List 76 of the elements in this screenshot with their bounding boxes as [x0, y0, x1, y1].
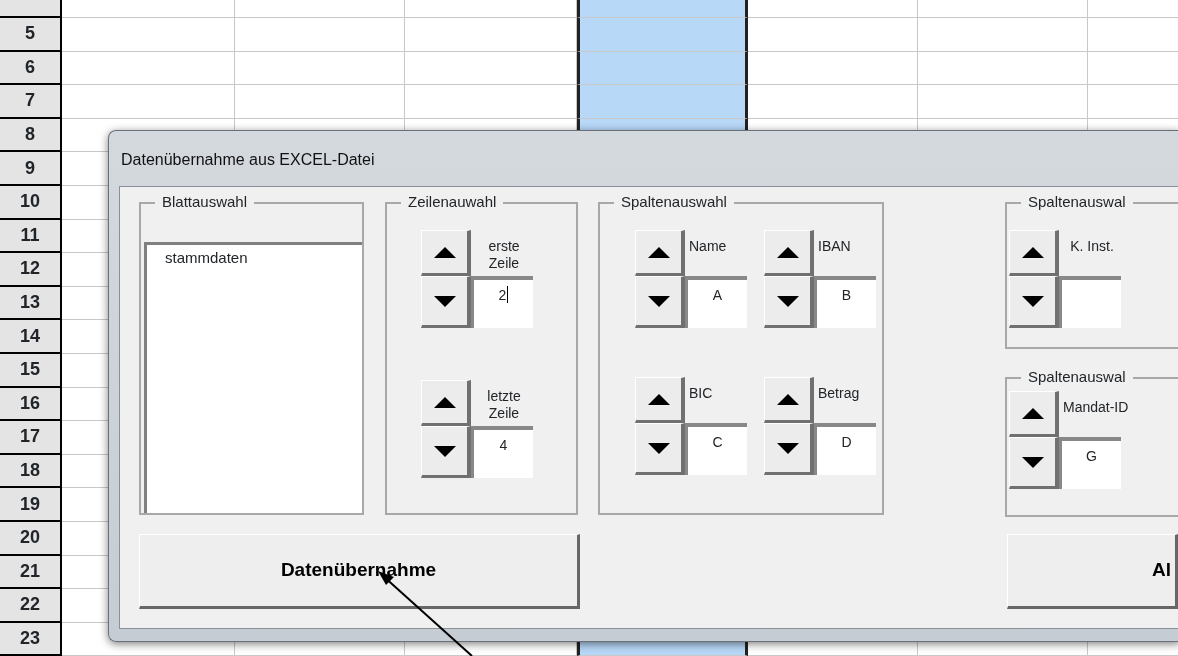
row-header[interactable]: 15 — [0, 353, 62, 388]
row-header[interactable]: 14 — [0, 320, 62, 354]
up-triangle-icon — [647, 393, 670, 405]
field-label: Betrag — [817, 384, 861, 403]
down-triangle-icon — [776, 442, 799, 454]
up-triangle-icon — [1021, 407, 1044, 419]
row-header[interactable]: 22 — [0, 589, 62, 623]
spin-down-button[interactable] — [635, 423, 685, 475]
row-header[interactable]: 21 — [0, 555, 62, 590]
spin-down-button[interactable] — [764, 423, 814, 475]
field-label: Mandat-ID — [1062, 398, 1130, 417]
spin-up-button[interactable] — [764, 230, 814, 276]
input-field[interactable]: G — [1059, 437, 1121, 489]
spin-up-button[interactable] — [1009, 230, 1059, 276]
field-label: Name — [688, 237, 728, 256]
row-header[interactable]: 23 — [0, 622, 62, 656]
spin-up-button[interactable] — [421, 380, 471, 426]
input-field[interactable]: A — [685, 276, 747, 328]
up-triangle-icon — [433, 246, 456, 258]
row-header[interactable]: 18 — [0, 454, 62, 489]
field-label: BIC — [688, 384, 714, 403]
spin-down-button[interactable] — [421, 426, 471, 478]
group-legend: Spaltenauswal — [1021, 368, 1133, 386]
spin-down-button[interactable] — [1009, 437, 1059, 489]
row-header[interactable]: 19 — [0, 488, 62, 522]
field-label: letzte Zeile — [486, 387, 522, 423]
down-triangle-icon — [433, 295, 456, 307]
input-field[interactable]: 2 — [471, 276, 533, 328]
up-triangle-icon — [1021, 246, 1044, 258]
dialog-button[interactable]: Datenübernahme — [139, 534, 580, 609]
input-field[interactable]: D — [814, 423, 876, 475]
sheet-listbox[interactable]: stammdaten — [144, 242, 362, 513]
down-triangle-icon — [647, 442, 670, 454]
group-legend: Spaltenauswahl — [614, 193, 734, 211]
row-header[interactable]: 6 — [0, 51, 62, 86]
row-header[interactable]: 7 — [0, 85, 62, 119]
row-header[interactable]: 11 — [0, 219, 62, 254]
up-triangle-icon — [647, 246, 670, 258]
row-header[interactable]: 5 — [0, 18, 62, 52]
spin-down-button[interactable] — [635, 276, 685, 328]
input-field[interactable]: B — [814, 276, 876, 328]
down-triangle-icon — [1021, 295, 1044, 307]
field-label: IBAN — [817, 237, 852, 256]
row-header[interactable]: 10 — [0, 185, 62, 220]
group-legend: Spaltenauswal — [1021, 193, 1133, 211]
spin-up-button[interactable] — [635, 230, 685, 276]
down-triangle-icon — [647, 295, 670, 307]
list-item[interactable]: stammdaten — [147, 245, 362, 272]
spin-up-button[interactable] — [764, 377, 814, 423]
row-header[interactable]: 16 — [0, 387, 62, 422]
up-triangle-icon — [433, 396, 456, 408]
input-field[interactable] — [1059, 276, 1121, 328]
spin-down-button[interactable] — [764, 276, 814, 328]
row-header[interactable]: 12 — [0, 253, 62, 287]
input-field[interactable]: C — [685, 423, 747, 475]
up-triangle-icon — [776, 393, 799, 405]
row-header[interactable]: 17 — [0, 421, 62, 455]
dialog-button[interactable]: Al — [1007, 534, 1178, 609]
row-header[interactable]: 13 — [0, 286, 62, 321]
field-label: K. Inst. — [1069, 237, 1115, 256]
spin-up-button[interactable] — [421, 230, 471, 276]
spin-up-button[interactable] — [635, 377, 685, 423]
down-triangle-icon — [433, 445, 456, 457]
row-header[interactable]: 20 — [0, 521, 62, 556]
up-triangle-icon — [776, 246, 799, 258]
spin-down-button[interactable] — [1009, 276, 1059, 328]
down-triangle-icon — [776, 295, 799, 307]
spin-up-button[interactable] — [1009, 391, 1059, 437]
input-field[interactable]: 4 — [471, 426, 533, 478]
down-triangle-icon — [1021, 456, 1044, 468]
window-title: Datenübernahme aus EXCEL-Datei — [120, 150, 376, 170]
row-header[interactable]: 9 — [0, 152, 62, 186]
field-label: erste Zeile — [487, 237, 521, 273]
row-header[interactable]: 8 — [0, 118, 62, 153]
spin-down-button[interactable] — [421, 276, 471, 328]
row-header — [0, 0, 62, 18]
